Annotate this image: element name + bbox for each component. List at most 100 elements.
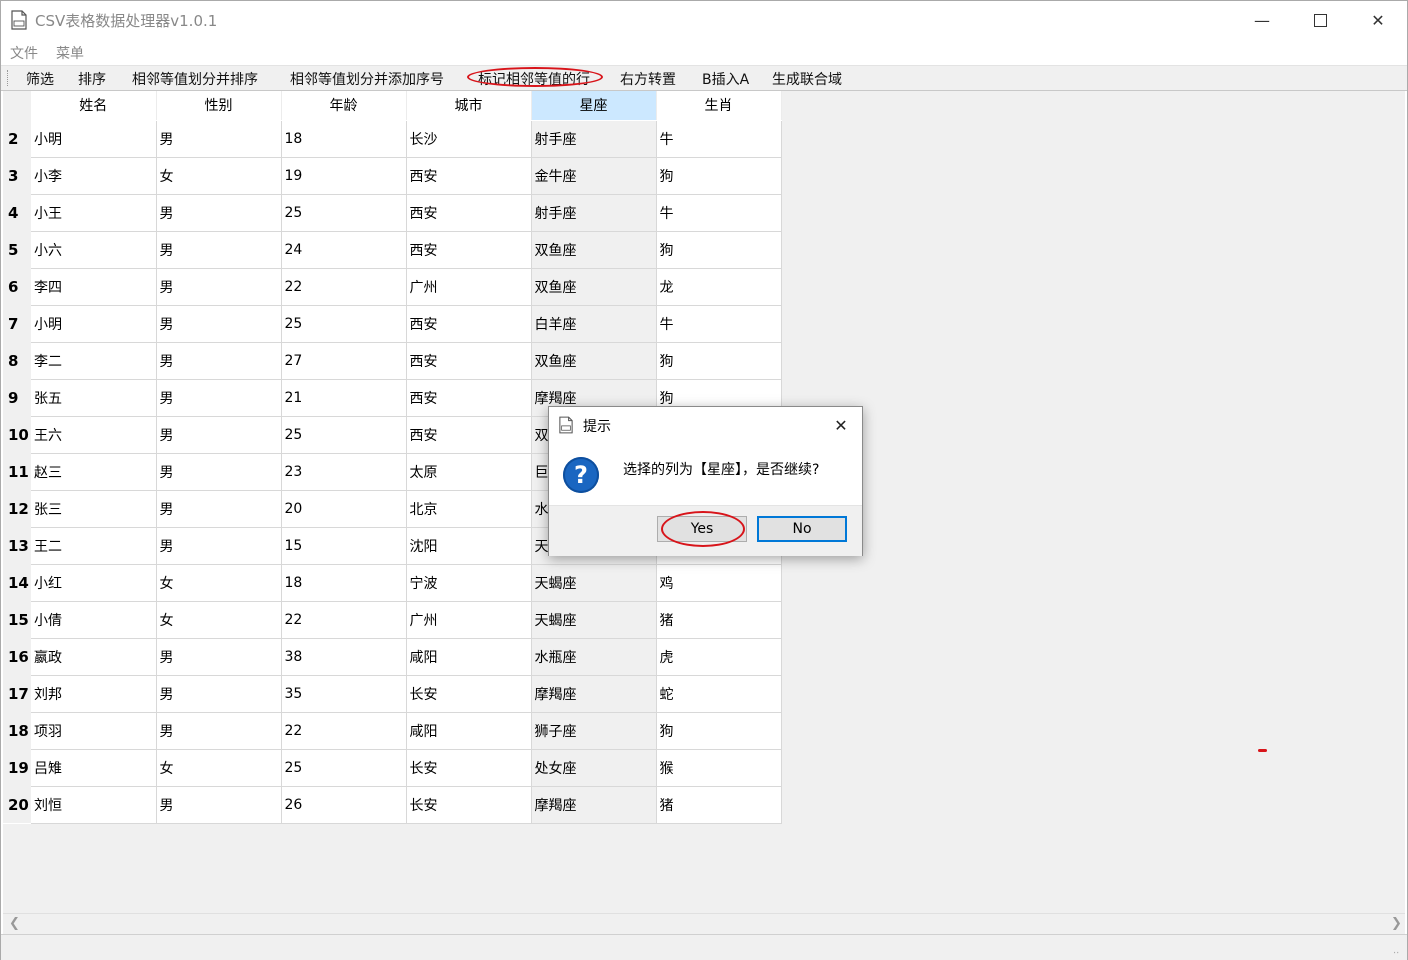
cell-name[interactable]: 赵三 (31, 453, 157, 491)
cell-age[interactable]: 25 (281, 305, 407, 343)
cell-zodiac[interactable]: 狗 (656, 342, 782, 380)
table-row[interactable]: 6 李四男 22 广州 双鱼座龙 (3, 268, 782, 306)
cell-zodiac[interactable]: 猴 (656, 749, 782, 787)
cell-gender[interactable]: 男 (156, 638, 282, 676)
cell-zodiac[interactable]: 蛇 (656, 675, 782, 713)
cell-gender[interactable]: 男 (156, 490, 282, 528)
row-number[interactable]: 4 (3, 194, 31, 231)
toolbar-grip[interactable] (7, 70, 10, 86)
cell-name[interactable]: 小明 (31, 120, 157, 158)
table-row[interactable]: 3 小李女 19 西安 金牛座狗 (3, 157, 782, 195)
cell-city[interactable]: 广州 (406, 601, 532, 639)
cell-city[interactable]: 西安 (406, 157, 532, 195)
cell-age[interactable]: 25 (281, 749, 407, 787)
cell-age[interactable]: 21 (281, 379, 407, 417)
row-number[interactable]: 9 (3, 379, 31, 416)
cell-constellation[interactable]: 摩羯座 (531, 786, 657, 824)
cell-zodiac[interactable]: 狗 (656, 712, 782, 750)
cell-name[interactable]: 刘邦 (31, 675, 157, 713)
cell-zodiac[interactable]: 鸡 (656, 564, 782, 602)
row-number[interactable]: 5 (3, 231, 31, 268)
cell-zodiac[interactable]: 猪 (656, 786, 782, 824)
row-number[interactable]: 13 (3, 527, 31, 564)
cell-age[interactable]: 25 (281, 416, 407, 454)
cell-age[interactable]: 18 (281, 564, 407, 602)
cell-age[interactable]: 15 (281, 527, 407, 565)
cell-city[interactable]: 西安 (406, 342, 532, 380)
cell-gender[interactable]: 男 (156, 194, 282, 232)
cell-city[interactable]: 长安 (406, 675, 532, 713)
cell-name[interactable]: 小红 (31, 564, 157, 602)
cell-gender[interactable]: 女 (156, 564, 282, 602)
cell-constellation[interactable]: 射手座 (531, 120, 657, 158)
cell-constellation[interactable]: 射手座 (531, 194, 657, 232)
cell-age[interactable]: 25 (281, 194, 407, 232)
column-header-constellation[interactable]: 星座 (531, 91, 657, 121)
row-number[interactable]: 14 (3, 564, 31, 601)
row-number[interactable]: 8 (3, 342, 31, 379)
table-row[interactable]: 8 李二男 27 西安 双鱼座狗 (3, 342, 782, 380)
cell-age[interactable]: 27 (281, 342, 407, 380)
table-row[interactable]: 14 小红女 18 宁波 天蝎座鸡 (3, 564, 782, 602)
cell-city[interactable]: 西安 (406, 305, 532, 343)
scroll-right-icon[interactable]: ❯ (1391, 916, 1402, 931)
cell-city[interactable]: 西安 (406, 231, 532, 269)
column-header-age[interactable]: 年龄 (281, 91, 407, 121)
cell-constellation[interactable]: 天蝎座 (531, 601, 657, 639)
row-number[interactable]: 19 (3, 749, 31, 786)
cell-name[interactable]: 刘恒 (31, 786, 157, 824)
filter-button[interactable]: 筛选 (26, 69, 54, 89)
cell-age[interactable]: 24 (281, 231, 407, 269)
cell-gender[interactable]: 男 (156, 527, 282, 565)
cell-name[interactable]: 小李 (31, 157, 157, 195)
table-row[interactable]: 5 小六男 24 西安 双鱼座狗 (3, 231, 782, 269)
cell-constellation[interactable]: 双鱼座 (531, 231, 657, 269)
row-number[interactable]: 11 (3, 453, 31, 490)
row-number[interactable]: 16 (3, 638, 31, 675)
row-number[interactable]: 3 (3, 157, 31, 194)
split-number-button[interactable]: 相邻等值划分并添加序号 (290, 69, 444, 89)
cell-constellation[interactable]: 水瓶座 (531, 638, 657, 676)
cell-zodiac[interactable]: 牛 (656, 120, 782, 158)
cell-city[interactable]: 咸阳 (406, 638, 532, 676)
cell-city[interactable]: 西安 (406, 416, 532, 454)
cell-name[interactable]: 小王 (31, 194, 157, 232)
cell-name[interactable]: 李二 (31, 342, 157, 380)
cell-gender[interactable]: 女 (156, 157, 282, 195)
cell-name[interactable]: 李四 (31, 268, 157, 306)
grid-corner[interactable] (3, 91, 31, 120)
cell-zodiac[interactable]: 牛 (656, 194, 782, 232)
cell-city[interactable]: 咸阳 (406, 712, 532, 750)
transpose-right-button[interactable]: 右方转置 (620, 69, 676, 89)
cell-name[interactable]: 王六 (31, 416, 157, 454)
row-number[interactable]: 7 (3, 305, 31, 342)
row-number[interactable]: 10 (3, 416, 31, 453)
cell-name[interactable]: 嬴政 (31, 638, 157, 676)
cell-constellation[interactable]: 双鱼座 (531, 268, 657, 306)
column-header-gender[interactable]: 性别 (156, 91, 282, 121)
cell-city[interactable]: 长安 (406, 749, 532, 787)
cell-city[interactable]: 太原 (406, 453, 532, 491)
cell-city[interactable]: 沈阳 (406, 527, 532, 565)
cell-city[interactable]: 长沙 (406, 120, 532, 158)
table-row[interactable]: 20 刘恒男 26 长安 摩羯座猪 (3, 786, 782, 824)
table-row[interactable]: 2 小明男 18 长沙 射手座牛 (3, 120, 782, 158)
minimize-button[interactable]: — (1233, 1, 1291, 39)
dialog-title-bar[interactable]: 提示 ✕ (549, 407, 862, 443)
maximize-button[interactable] (1291, 1, 1349, 39)
cell-gender[interactable]: 男 (156, 268, 282, 306)
cell-name[interactable]: 项羽 (31, 712, 157, 750)
scroll-left-icon[interactable]: ❮ (9, 916, 20, 931)
cell-name[interactable]: 张五 (31, 379, 157, 417)
column-header-name[interactable]: 姓名 (31, 91, 157, 121)
cell-constellation[interactable]: 白羊座 (531, 305, 657, 343)
table-row[interactable]: 19 吕雉女 25 长安 处女座猴 (3, 749, 782, 787)
cell-gender[interactable]: 男 (156, 379, 282, 417)
close-button[interactable]: ✕ (1349, 1, 1407, 39)
cell-gender[interactable]: 男 (156, 120, 282, 158)
cell-constellation[interactable]: 天蝎座 (531, 564, 657, 602)
cell-city[interactable]: 长安 (406, 786, 532, 824)
cell-city[interactable]: 西安 (406, 194, 532, 232)
table-row[interactable]: 18 项羽男 22 咸阳 狮子座狗 (3, 712, 782, 750)
resize-grip-icon[interactable]: ⋅⋅ (1393, 948, 1403, 959)
